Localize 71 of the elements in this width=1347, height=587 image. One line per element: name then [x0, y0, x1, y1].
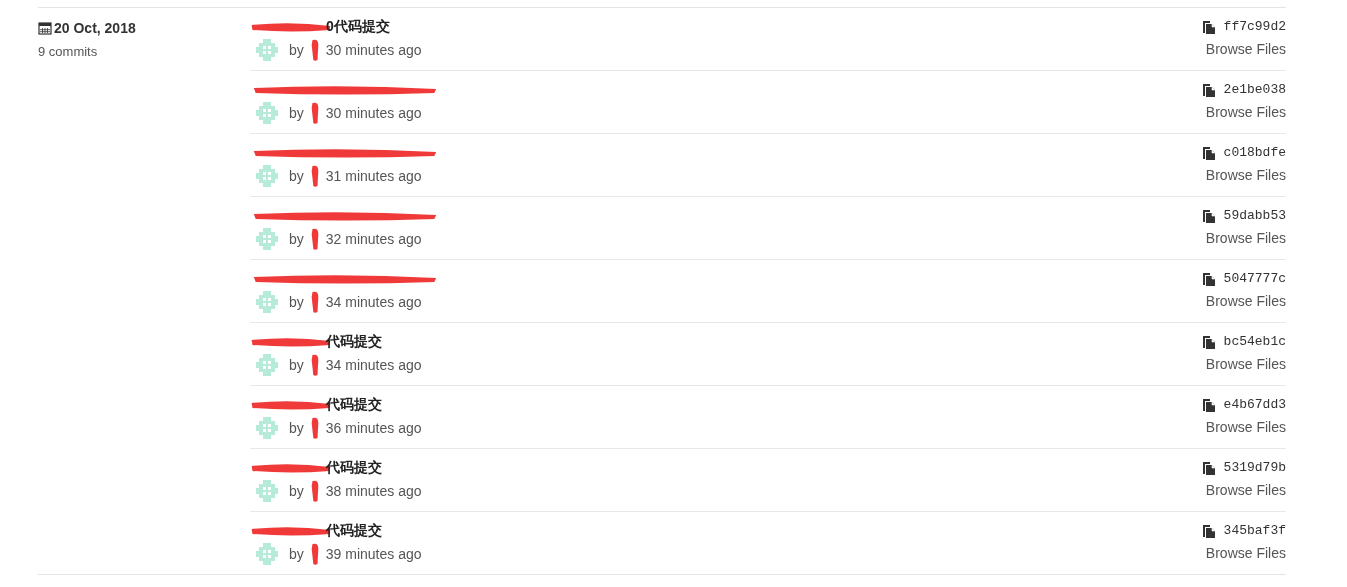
author-label: by [289, 42, 304, 58]
avatar-icon [255, 542, 279, 566]
copy-icon[interactable] [1201, 271, 1216, 286]
avatar-icon [255, 227, 279, 251]
avatar-icon [255, 164, 279, 188]
commit-time: 34 minutes ago [325, 357, 422, 373]
commit-time: 39 minutes ago [325, 546, 422, 562]
author-label: by [289, 168, 304, 184]
commit-hash[interactable]: 5319d79b [1223, 460, 1286, 475]
commit-time: 31 minutes ago [325, 168, 422, 184]
author-label: by [289, 105, 304, 121]
avatar-icon [255, 101, 279, 125]
avatar-icon [255, 353, 279, 377]
browse-files-link[interactable]: Browse Files [1205, 41, 1286, 57]
avatar-icon [255, 290, 279, 314]
commit-hash[interactable]: bc54eb1c [1223, 334, 1286, 349]
avatar-icon [255, 479, 279, 503]
commit-title[interactable]: 代码提交 [326, 459, 382, 477]
author-label: by [289, 420, 304, 436]
browse-files-link[interactable]: Browse Files [1205, 104, 1286, 120]
redaction-scribble [309, 289, 320, 315]
author-label: by [289, 231, 304, 247]
browse-files-link[interactable]: Browse Files [1205, 356, 1286, 372]
browse-files-link[interactable]: Browse Files [1205, 482, 1286, 498]
commit-hash[interactable]: c018bdfe [1223, 145, 1286, 160]
avatar-icon [255, 38, 279, 62]
redaction-scribble [309, 415, 320, 441]
redaction-scribble [309, 226, 320, 252]
copy-icon[interactable] [1201, 460, 1216, 475]
browse-files-link[interactable]: Browse Files [1205, 167, 1286, 183]
redaction-scribble [309, 541, 320, 567]
commit-hash[interactable]: 345baf3f [1223, 523, 1286, 538]
commit-time: 30 minutes ago [325, 42, 422, 58]
commit-time: 32 minutes ago [325, 231, 422, 247]
redaction-scribble [309, 163, 320, 189]
browse-files-link[interactable]: Browse Files [1205, 545, 1286, 561]
commit-title[interactable]: 0代码提交 [326, 18, 390, 36]
commit-title[interactable]: 代码提交 [326, 333, 382, 351]
copy-icon[interactable] [1201, 397, 1216, 412]
calendar-icon [38, 21, 52, 35]
redaction-scribble [309, 37, 320, 63]
copy-icon[interactable] [1201, 82, 1216, 97]
avatar-icon [255, 416, 279, 440]
commit-time: 38 minutes ago [325, 483, 422, 499]
commit-time: 30 minutes ago [325, 105, 422, 121]
commit-hash[interactable]: 2e1be038 [1223, 82, 1286, 97]
author-label: by [289, 546, 304, 562]
commit-count: 9 commits [38, 44, 99, 59]
redaction-scribble [309, 100, 320, 126]
commit-hash[interactable]: 5047777c [1223, 271, 1286, 286]
commit-date: 20 Oct, 2018 [54, 20, 136, 36]
redaction-scribble [309, 478, 320, 504]
copy-icon[interactable] [1201, 334, 1216, 349]
browse-files-link[interactable]: Browse Files [1205, 419, 1286, 435]
browse-files-link[interactable]: Browse Files [1205, 230, 1286, 246]
commit-hash[interactable]: ff7c99d2 [1223, 19, 1286, 34]
author-label: by [289, 357, 304, 373]
browse-files-link[interactable]: Browse Files [1205, 293, 1286, 309]
author-label: by [289, 294, 304, 310]
copy-icon[interactable] [1201, 208, 1216, 223]
commit-hash[interactable]: 59dabb53 [1223, 208, 1286, 223]
copy-icon[interactable] [1201, 145, 1216, 160]
redaction-scribble [309, 352, 320, 378]
commit-hash[interactable]: e4b67dd3 [1223, 397, 1286, 412]
commit-time: 36 minutes ago [325, 420, 422, 436]
copy-icon[interactable] [1201, 523, 1216, 538]
copy-icon[interactable] [1201, 19, 1216, 34]
commit-title[interactable]: 代码提交 [326, 522, 382, 540]
author-label: by [289, 483, 304, 499]
commit-title[interactable]: 代码提交 [326, 396, 382, 414]
commit-time: 34 minutes ago [325, 294, 422, 310]
